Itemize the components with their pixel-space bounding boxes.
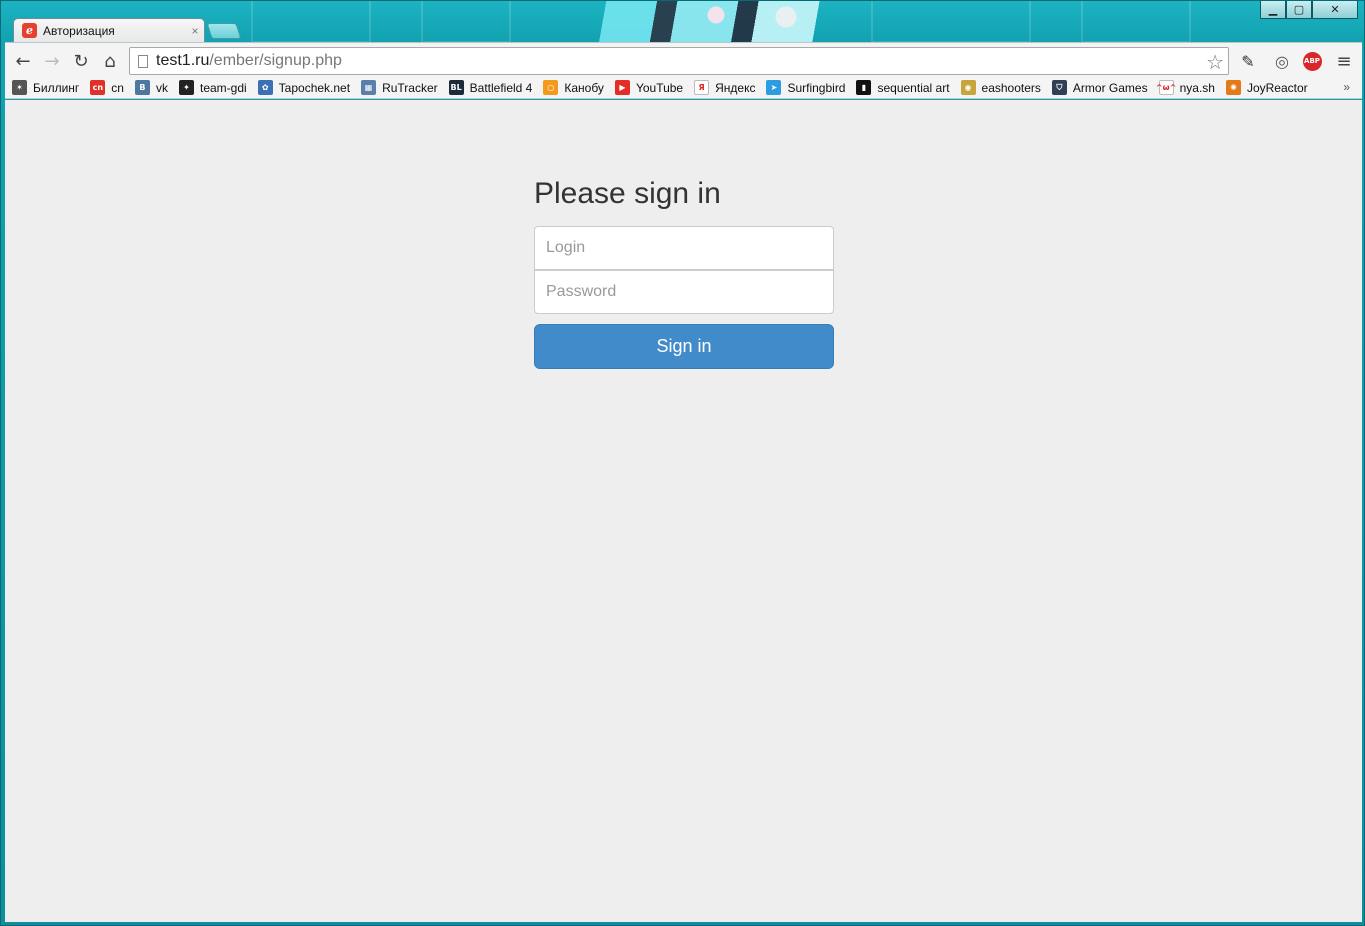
team-gdi-icon: ✦ bbox=[178, 80, 194, 95]
sequential-art-icon: ▮ bbox=[856, 80, 872, 95]
forward-icon[interactable]: → bbox=[41, 50, 63, 72]
youtube-icon: ▶ bbox=[614, 80, 630, 95]
bookmark-label: Battlefield 4 bbox=[469, 80, 533, 95]
bookmark-label: YouTube bbox=[635, 80, 684, 95]
login-input[interactable]: Login bbox=[534, 226, 834, 270]
chrome-menu-icon[interactable]: ≡ bbox=[1333, 51, 1355, 72]
rutracker-icon: ▦ bbox=[361, 80, 377, 95]
armor-games-icon: ⛉ bbox=[1051, 80, 1067, 95]
address-bar[interactable]: test1.ru/ember/signup.php ☆ bbox=[129, 47, 1229, 75]
bookmark-kanobu[interactable]: ○ Канобу bbox=[543, 80, 604, 95]
bookmark-star-icon[interactable]: ☆ bbox=[1206, 50, 1224, 74]
bookmark-team-gdi[interactable]: ✦ team-gdi bbox=[178, 80, 247, 95]
abp-badge: ABP bbox=[1302, 51, 1322, 71]
bookmark-eashooters[interactable]: ◉ eashooters bbox=[960, 80, 1041, 95]
bookmark-label: vk bbox=[155, 80, 168, 95]
battlefield-icon: BL bbox=[448, 80, 464, 95]
tab-active[interactable]: e Авторизация × bbox=[13, 18, 205, 42]
bookmarks-bar: ✶ Биллинг cn cn Bvk ✦ team-gdi ✿ Tapochek.net ▦ Ru… bbox=[5, 77, 1362, 99]
adblock-plus-icon[interactable]: ABP bbox=[1301, 51, 1323, 71]
password-input[interactable]: Password bbox=[534, 270, 834, 314]
pen-extension-icon[interactable]: ✎ bbox=[1237, 51, 1259, 71]
billing-icon: ✶ bbox=[12, 80, 27, 95]
theme-circuit-decoration bbox=[421, 1, 511, 43]
window-controls: ▁ ▢ ✕ bbox=[1260, 1, 1358, 19]
back-icon[interactable]: ← bbox=[12, 50, 34, 72]
bookmark-joyreactor[interactable]: ✺ JoyReactor bbox=[1225, 80, 1308, 95]
bookmark-billing[interactable]: ✶ Биллинг bbox=[12, 80, 79, 95]
tab-title: Авторизация bbox=[43, 23, 115, 38]
reload-icon[interactable]: ↻ bbox=[70, 50, 92, 72]
page-content: Please sign in Login Password Sign in bbox=[5, 100, 1362, 922]
toolbar: ← → ↻ ⌂ test1.ru/ember/signup.php ☆ ✎ ◎ … bbox=[5, 42, 1362, 77]
close-icon[interactable]: ✕ bbox=[1312, 1, 1358, 19]
eashooters-icon: ◉ bbox=[960, 80, 976, 95]
bookmark-label: eashooters bbox=[981, 80, 1041, 95]
signin-heading: Please sign in bbox=[534, 177, 721, 210]
bookmark-armor-games[interactable]: ⛉ Armor Games bbox=[1051, 80, 1148, 95]
theme-artwork bbox=[586, 1, 826, 43]
bookmark-label: Armor Games bbox=[1072, 80, 1148, 95]
bookmark-tapochek[interactable]: ✿ Tapochek.net bbox=[257, 80, 351, 95]
tapochek-icon: ✿ bbox=[257, 80, 273, 95]
site-favicon-icon: e bbox=[22, 23, 37, 38]
minimize-icon[interactable]: ▁ bbox=[1260, 1, 1286, 19]
bookmark-label: nya.sh bbox=[1179, 80, 1215, 95]
yandex-icon: Я bbox=[694, 80, 710, 95]
joyreactor-icon: ✺ bbox=[1225, 80, 1241, 95]
theme-circuit-decoration bbox=[871, 1, 1031, 43]
bookmark-label: team-gdi bbox=[199, 80, 247, 95]
bookmark-label: Surfingbird bbox=[787, 80, 846, 95]
page-icon bbox=[138, 54, 148, 68]
bookmark-label: Биллинг bbox=[33, 80, 80, 95]
kanobu-icon: ○ bbox=[543, 80, 559, 95]
bookmark-cn[interactable]: cn cn bbox=[90, 80, 124, 95]
maximize-icon[interactable]: ▢ bbox=[1286, 1, 1312, 19]
bookmark-label: Яндекс bbox=[715, 80, 756, 95]
theme-circuit-decoration bbox=[1081, 1, 1191, 43]
bookmarks-more-icon[interactable]: » bbox=[1343, 80, 1350, 94]
bookmark-yandex[interactable]: Я Яндекс bbox=[694, 80, 755, 95]
bookmark-label: sequential art bbox=[877, 80, 950, 95]
theme-circuit-decoration bbox=[251, 1, 371, 43]
bookmark-label: RuTracker bbox=[382, 80, 438, 95]
tab-close-icon[interactable]: × bbox=[186, 24, 204, 38]
url-host: test1.ru bbox=[156, 52, 210, 69]
signin-form: Please sign in Login Password Sign in bbox=[534, 176, 834, 369]
notification-extension-icon[interactable]: ◎ bbox=[1271, 51, 1293, 71]
surfingbird-icon: ➤ bbox=[766, 80, 782, 95]
url-path: /ember/signup.php bbox=[209, 52, 342, 69]
home-icon[interactable]: ⌂ bbox=[99, 50, 121, 72]
bookmark-surfingbird[interactable]: ➤ Surfingbird bbox=[766, 80, 845, 95]
vk-icon: B bbox=[134, 80, 150, 95]
bookmark-vk[interactable]: Bvk bbox=[134, 80, 168, 95]
signin-button[interactable]: Sign in bbox=[534, 324, 834, 369]
bookmark-youtube[interactable]: ▶ YouTube bbox=[614, 80, 684, 95]
bookmark-nya[interactable]: ^ω^ nya.sh bbox=[1156, 80, 1215, 95]
bookmark-battlefield[interactable]: BL Battlefield 4 bbox=[448, 80, 533, 95]
bookmark-label: JoyReactor bbox=[1246, 80, 1308, 95]
nya-icon: ^ω^ bbox=[1156, 80, 1176, 95]
bookmark-label: Tapochek.net bbox=[278, 80, 351, 95]
bookmark-label: cn bbox=[111, 80, 124, 95]
cn-icon: cn bbox=[90, 80, 106, 95]
bookmark-label: Канобу bbox=[564, 80, 604, 95]
bookmark-sequential-art[interactable]: ▮ sequential art bbox=[856, 80, 950, 95]
browser-window: ▁ ▢ ✕ e Авторизация × ← → ↻ ⌂ test1.ru/e… bbox=[0, 0, 1365, 926]
bookmark-rutracker[interactable]: ▦ RuTracker bbox=[361, 80, 438, 95]
new-tab-button[interactable] bbox=[206, 23, 242, 39]
